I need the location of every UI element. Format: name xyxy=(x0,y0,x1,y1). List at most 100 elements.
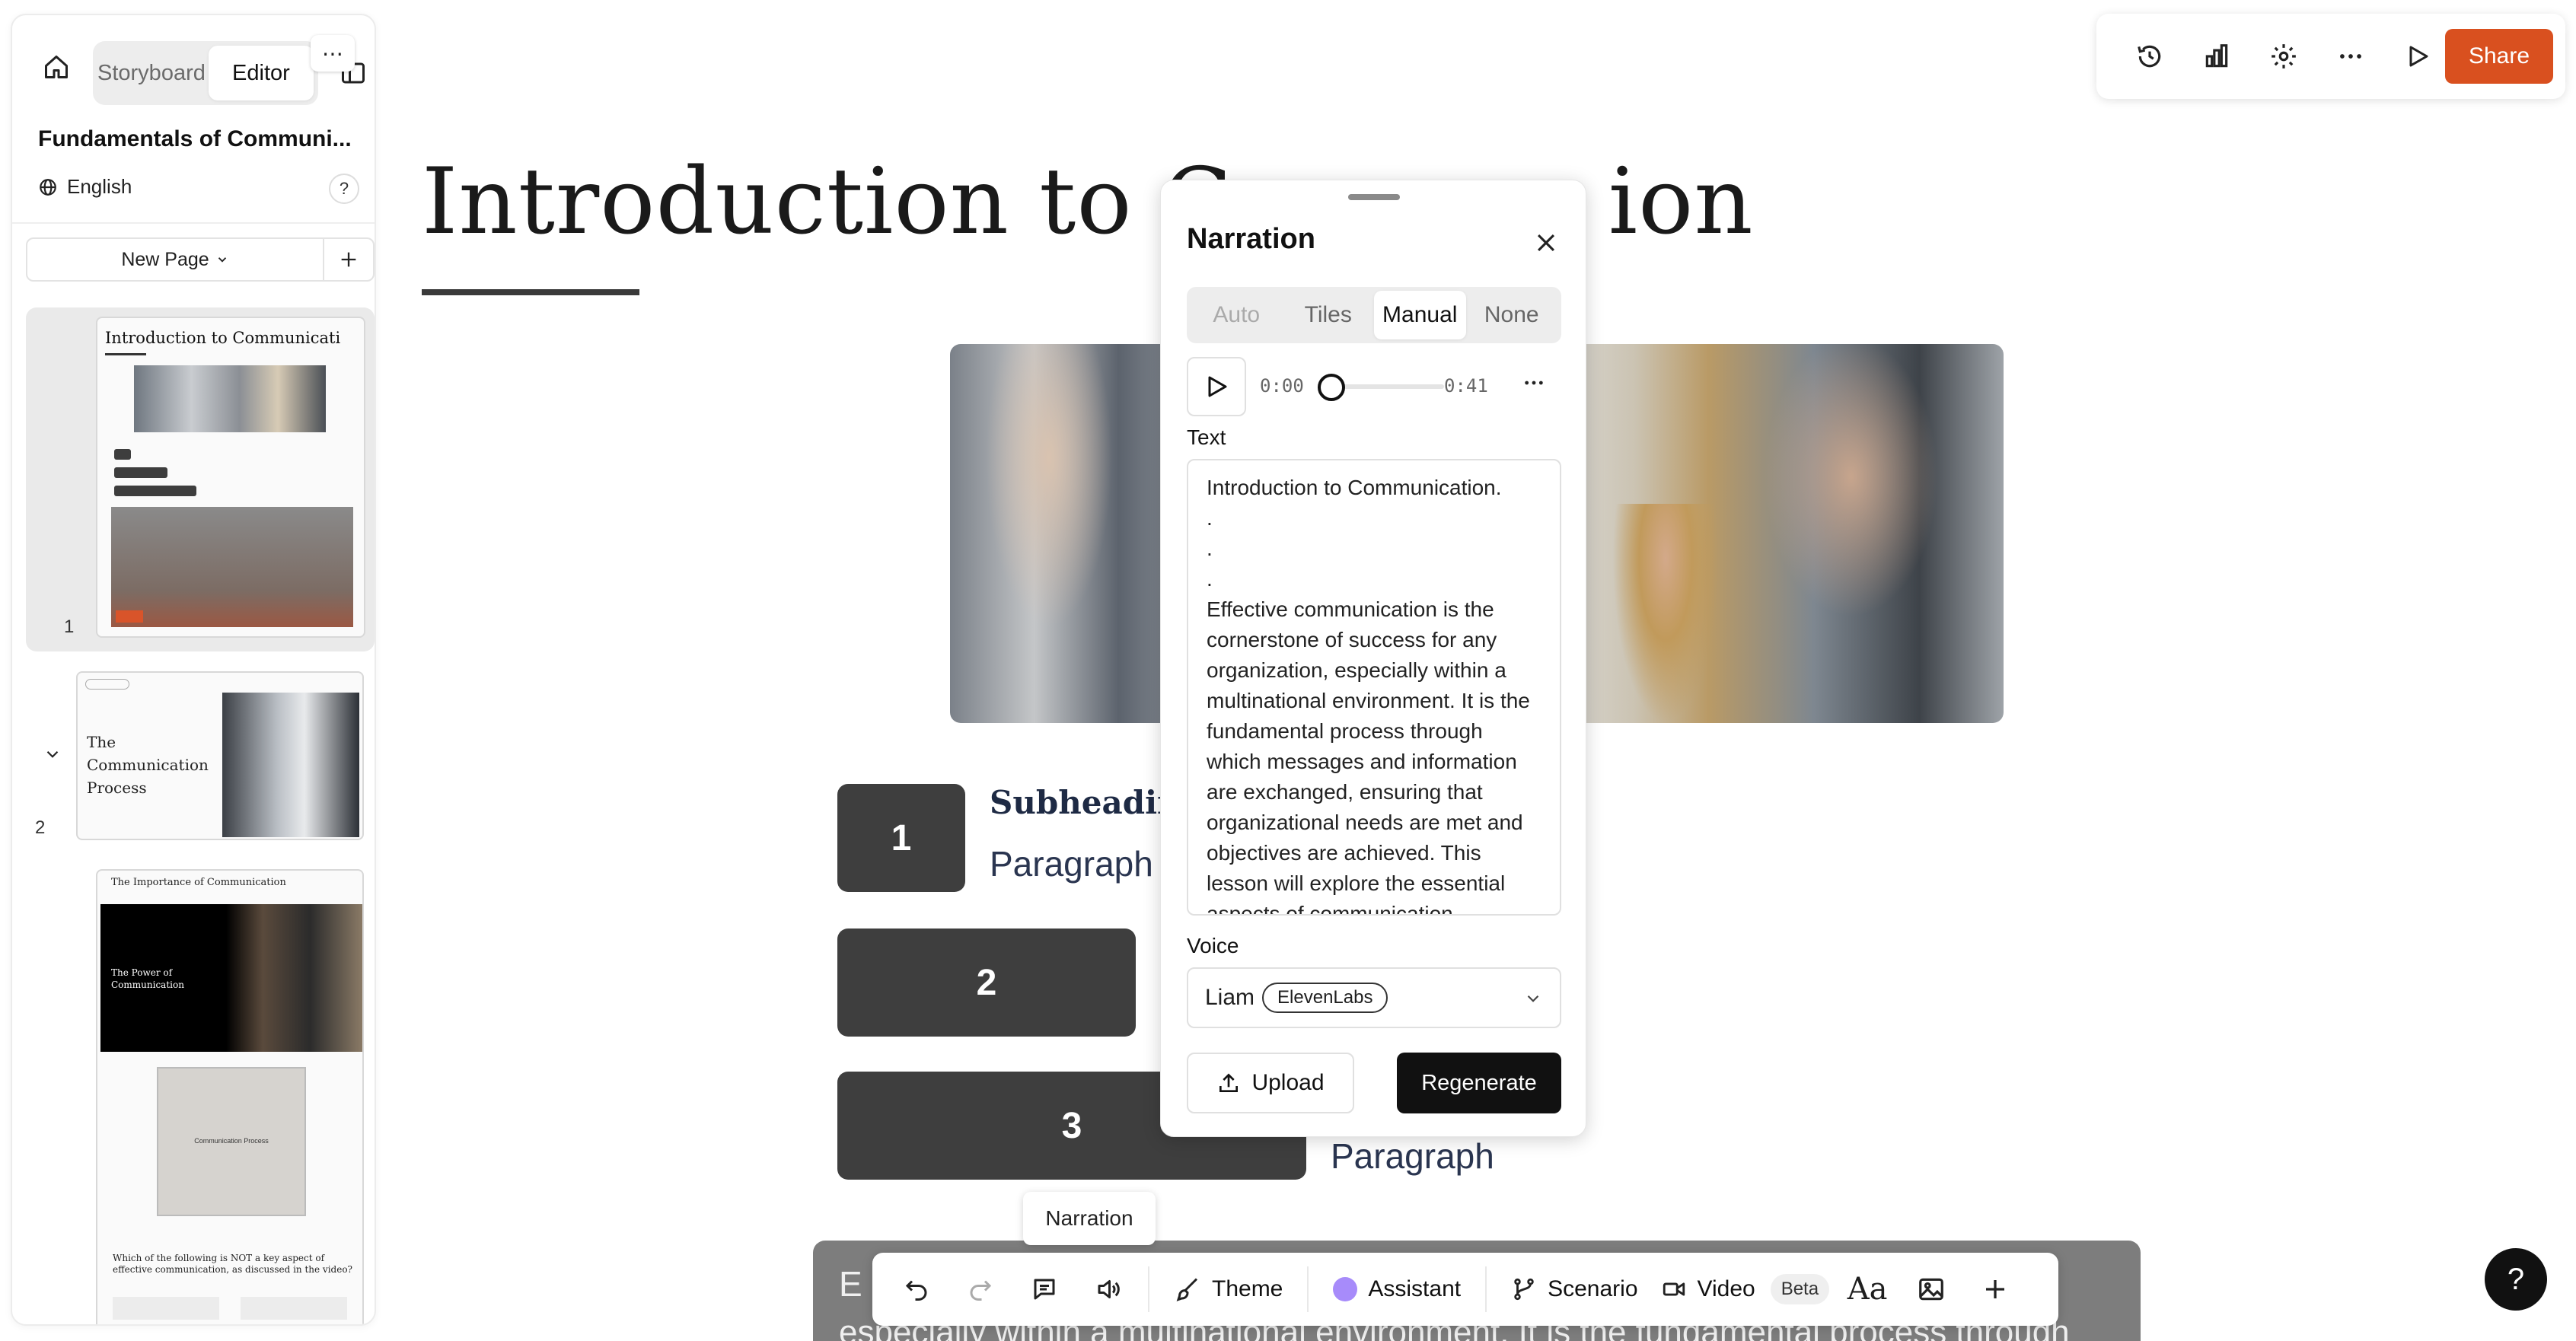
assistant-button[interactable]: Assistant xyxy=(1316,1259,1478,1320)
new-page-label: New Page xyxy=(121,248,209,270)
tab-storyboard[interactable]: Storyboard xyxy=(97,46,206,100)
language-selector[interactable]: English xyxy=(38,175,132,199)
page-number: 1 xyxy=(64,616,75,637)
regenerate-button[interactable]: Regenerate xyxy=(1397,1053,1561,1113)
drag-handle[interactable] xyxy=(1348,194,1400,200)
page-preview: Introduction to Communicati xyxy=(96,317,365,638)
mode-switch: Storyboard Editor xyxy=(93,41,318,105)
new-page-button[interactable]: New Page xyxy=(27,239,323,280)
text-label: Text xyxy=(1187,425,1226,449)
current-time: 0:00 xyxy=(1260,375,1304,397)
video-camera-icon xyxy=(1663,1282,1685,1296)
thumb-button xyxy=(116,610,143,623)
chevron-down-icon xyxy=(218,257,226,263)
title-underline xyxy=(422,289,639,295)
divider xyxy=(1307,1266,1309,1312)
voice-select[interactable]: Liam ElevenLabs xyxy=(1187,967,1561,1028)
progress-knob[interactable] xyxy=(1318,374,1345,401)
theme-button[interactable]: Theme xyxy=(1157,1259,1299,1320)
narration-text-field[interactable]: Introduction to Communication. . . . Eff… xyxy=(1187,459,1561,916)
tab-none[interactable]: None xyxy=(1466,291,1558,339)
course-title[interactable]: Fundamentals of Communi... xyxy=(38,126,365,152)
step-2-box[interactable]: 2 xyxy=(837,929,1136,1037)
voice-label: Voice xyxy=(1187,934,1239,957)
audio-more-icon[interactable] xyxy=(1522,371,1546,401)
analytics-icon[interactable] xyxy=(2183,29,2250,84)
video-label: Video xyxy=(1697,1276,1755,1301)
play-icon xyxy=(1208,376,1227,397)
diagram-label: Communication Process xyxy=(194,1137,269,1145)
history-icon[interactable] xyxy=(2116,29,2183,84)
beta-badge: Beta xyxy=(1770,1274,1830,1304)
thumb-text-panel xyxy=(111,507,353,627)
page-thumbnail-2[interactable]: The Communication Process xyxy=(76,671,364,840)
thumb-option xyxy=(113,1297,219,1320)
add-block-icon[interactable] xyxy=(1963,1259,2027,1320)
help-fab-button[interactable]: ? xyxy=(2485,1248,2547,1311)
redo-icon[interactable] xyxy=(948,1259,1012,1320)
language-label: English xyxy=(67,175,132,198)
step-1-box[interactable]: 1 xyxy=(837,784,965,892)
voice-provider-badge: ElevenLabs xyxy=(1262,983,1388,1013)
narration-title: Narration xyxy=(1187,223,1315,255)
thumb-title: Introduction to Communicati xyxy=(105,329,341,347)
font-style-icon[interactable]: Aa xyxy=(1835,1259,1899,1320)
share-button[interactable]: Share xyxy=(2445,29,2553,84)
more-icon[interactable] xyxy=(2317,29,2384,84)
narration-speaker-icon[interactable] xyxy=(1076,1259,1140,1320)
audio-player: 0:00 0:41 xyxy=(1187,357,1561,416)
thumb-title: The Communication Process xyxy=(87,733,209,797)
page-title-end: ion xyxy=(1608,149,1754,255)
thumb-video-title: The Power of Communication xyxy=(111,967,184,990)
page-more-button[interactable]: ⋯ xyxy=(311,35,355,72)
hero-image-person-left xyxy=(950,344,1148,723)
preview-play-icon[interactable] xyxy=(2384,29,2451,84)
close-icon[interactable] xyxy=(1525,221,1567,264)
plus-icon xyxy=(341,252,356,267)
thumb-underline xyxy=(105,353,146,355)
theme-label: Theme xyxy=(1212,1276,1283,1301)
page-thumbnail-3[interactable]: The Importance of Communication The Powe… xyxy=(96,869,364,1324)
brush-icon xyxy=(1176,1278,1198,1301)
narration-mode-tabs: Auto Tiles Manual None xyxy=(1187,287,1561,343)
collapse-chevron-icon[interactable] xyxy=(43,744,62,768)
video-button[interactable]: Video Beta xyxy=(1644,1259,1836,1320)
upload-label: Upload xyxy=(1251,1070,1325,1095)
bottom-toolbar: Theme Assistant Scenario Video Beta Aa xyxy=(872,1253,2058,1326)
help-button[interactable]: ? xyxy=(329,174,359,204)
home-icon[interactable] xyxy=(35,46,78,88)
tab-editor[interactable]: Editor xyxy=(208,46,314,100)
page-thumbnail-1[interactable]: 1 Introduction to Communicati xyxy=(26,307,375,651)
narration-panel: Narration Auto Tiles Manual None 0:00 0:… xyxy=(1160,180,1586,1137)
upload-button[interactable]: Upload xyxy=(1187,1053,1354,1113)
divider xyxy=(1485,1266,1487,1312)
thumb-bar xyxy=(114,449,131,460)
section-badge xyxy=(85,679,129,690)
undo-icon[interactable] xyxy=(885,1259,948,1320)
tab-manual[interactable]: Manual xyxy=(1374,291,1466,339)
thumb-title: The Importance of Communication xyxy=(111,877,286,888)
settings-icon[interactable] xyxy=(2250,29,2317,84)
assistant-label: Assistant xyxy=(1368,1276,1462,1301)
page-title-start: Introduction to Co xyxy=(422,149,1289,255)
thumb-diagram: Communication Process xyxy=(157,1067,306,1216)
thumb-image xyxy=(134,365,326,432)
new-page-control: New Page xyxy=(26,237,375,282)
tab-auto[interactable]: Auto xyxy=(1191,291,1283,339)
step-1-paragraph[interactable]: Paragraph xyxy=(990,843,1153,884)
play-button[interactable] xyxy=(1187,357,1246,416)
duration: 0:41 xyxy=(1444,375,1488,397)
image-icon[interactable] xyxy=(1899,1259,1963,1320)
globe-icon xyxy=(40,178,56,196)
add-page-button[interactable] xyxy=(323,239,373,280)
comment-icon[interactable] xyxy=(1012,1259,1076,1320)
scenario-button[interactable]: Scenario xyxy=(1494,1259,1643,1320)
tab-tiles[interactable]: Tiles xyxy=(1283,291,1375,339)
branch-icon xyxy=(1514,1278,1534,1301)
hero-image-person-right xyxy=(1749,344,2004,723)
step-3-paragraph[interactable]: Paragraph xyxy=(1331,1136,1494,1177)
progress-track[interactable] xyxy=(1328,384,1444,389)
upload-icon xyxy=(1219,1073,1239,1092)
sidebar: Storyboard Editor Fundamentals of Commun… xyxy=(11,14,376,1326)
thumb-option xyxy=(241,1297,347,1320)
